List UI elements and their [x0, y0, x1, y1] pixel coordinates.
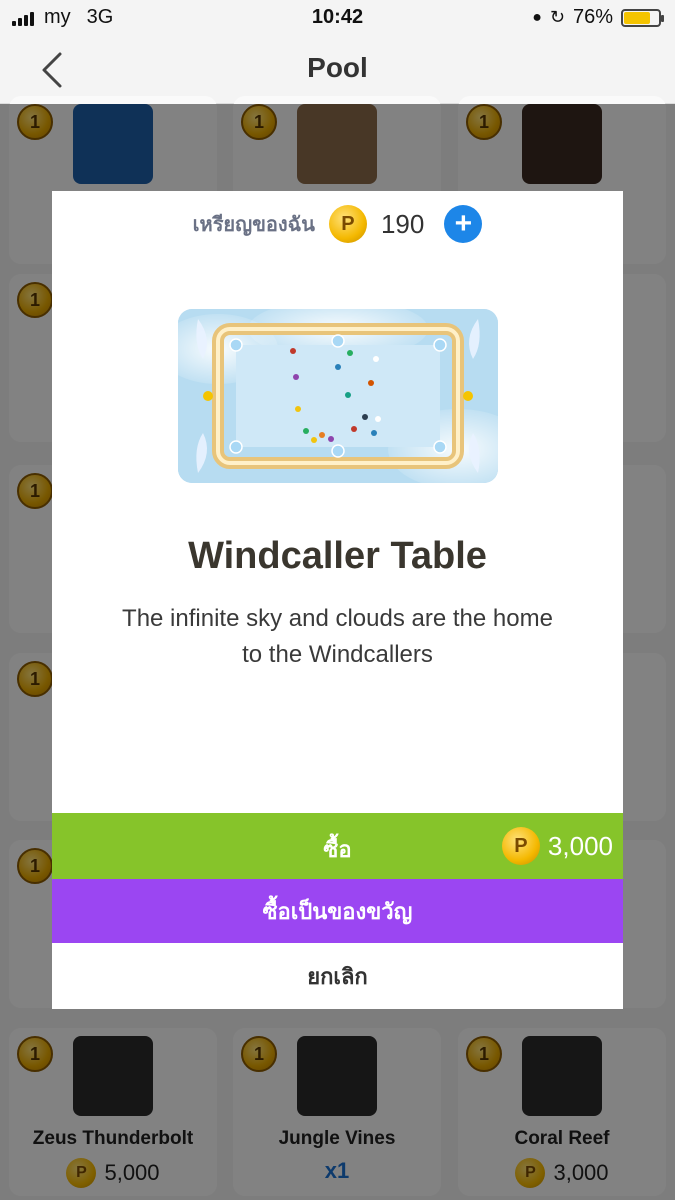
coin-icon: P — [328, 205, 367, 243]
battery-icon — [621, 8, 664, 27]
pool-table-image — [178, 309, 498, 483]
buy-price: P 3,000 — [501, 827, 613, 865]
status-right: ● ↻ 76% — [532, 6, 664, 29]
item-description: The infinite sky and clouds are the home… — [122, 605, 553, 668]
page-title: Pool — [307, 52, 368, 83]
balance-label: เหรียญของฉัน — [192, 214, 315, 236]
buy-as-gift-button[interactable]: ซื้อเป็นของขวัญ — [52, 879, 623, 943]
battery-percent: 76% — [572, 6, 613, 28]
buy-button[interactable]: ซื้อ P 3,000 — [52, 813, 623, 879]
status-bar: my 3G 10:42 ● ↻ 76% — [0, 0, 675, 36]
gift-button-label: ซื้อเป็นของขวัญ — [262, 898, 413, 924]
balance-amount: 190 — [380, 208, 425, 239]
rotation-lock-icon: ↻ — [549, 7, 565, 27]
coin-icon: P — [501, 827, 540, 865]
coin-balance: เหรียญของฉัน P 190 + — [52, 205, 623, 243]
add-coins-button[interactable]: + — [444, 205, 483, 243]
item-title: Windcaller Table — [188, 535, 487, 577]
buy-price-amount: 3,000 — [547, 830, 613, 861]
cancel-button-label: ยกเลิก — [307, 963, 368, 989]
purchase-dialog: เหรียญของฉัน P 190 + Windcaller Table Th… — [52, 191, 623, 1009]
item-preview-image — [178, 309, 498, 483]
nav-header: Pool — [0, 36, 675, 104]
person-icon: ● — [532, 8, 542, 26]
cancel-button[interactable]: ยกเลิก — [52, 943, 623, 1009]
